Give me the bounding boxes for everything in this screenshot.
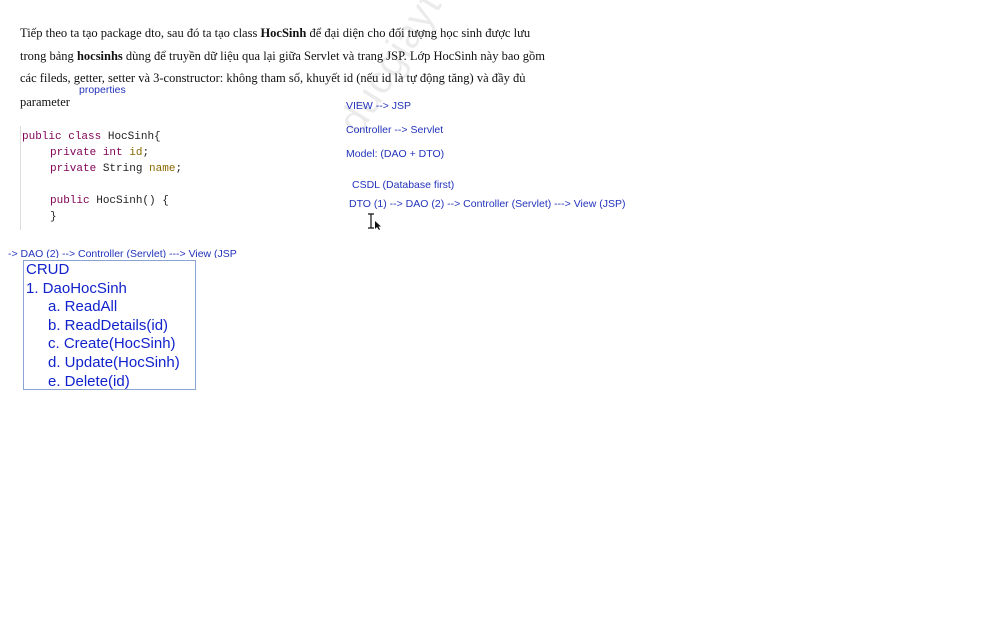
crud-item-readall: a. ReadAll (48, 298, 118, 315)
document-page: ducgiaytt@gmail.co Tiếp theo ta tạo pack… (0, 0, 984, 623)
field-id: id (129, 147, 143, 159)
kw-private: private (50, 147, 97, 159)
line1-suffix: để đại diện cho đối tượng học sinh được … (306, 26, 531, 40)
paragraph-line-4: parameter (20, 95, 70, 109)
crud-title: CRUD (26, 261, 70, 278)
model-note: Model: (DAO + DTO) (346, 148, 445, 160)
class-name: HocSinh{ (107, 131, 161, 143)
crud-textbox[interactable]: CRUD 1. DaoHocSinh a. ReadAll b. ReadDet… (23, 260, 196, 390)
crud-item-create: c. Create(HocSinh) (48, 335, 176, 352)
code-line-close: } (50, 211, 57, 223)
table-name-bold: hocsinhs (76, 49, 123, 63)
line1-prefix: Tiếp theo ta tạo package dto, sau đó ta … (20, 26, 261, 40)
kw-public: public (22, 131, 62, 143)
code-block: public class HocSinh{ private int id; pr… (20, 126, 246, 230)
csdl-note: CSDL (Database first) (352, 179, 455, 191)
class-name-bold: HocSinh (260, 26, 307, 40)
view-jsp-note: VIEW --> JSP (346, 100, 412, 112)
code-line-constructor: public HocSinh() { (50, 194, 169, 208)
crud-item-delete: e. Delete(id) (48, 373, 130, 390)
code-line-class-decl: public class HocSinh{ (22, 130, 161, 144)
semicolon-2: ; (175, 163, 183, 175)
semicolon-1: ; (142, 147, 150, 159)
code-line-field-name: private String name; (50, 162, 182, 176)
code-line-field-id: private int id; (50, 146, 149, 160)
paragraph-line-1: Tiếp theo ta tạo package dto, sau đó ta … (20, 25, 530, 41)
paragraph-line-2: trong bảng hocsinhs dùng để truyền dữ li… (20, 48, 545, 64)
properties-note: properties (79, 84, 126, 96)
flow-note: DTO (1) --> DAO (2) --> Controller (Serv… (349, 198, 626, 210)
type-string: String (102, 163, 143, 175)
crud-item-update: d. Update(HocSinh) (48, 354, 180, 371)
kw-public-2: public (50, 195, 90, 207)
controller-servlet-note: Controller --> Servlet (346, 124, 444, 136)
kw-private-2: private (50, 163, 97, 175)
crud-item-dao: 1. DaoHocSinh (26, 280, 127, 297)
kw-class: class (68, 131, 102, 143)
line2-suffix: dùng để truyền dữ liệu qua lại giữa Serv… (122, 49, 545, 63)
clipped-flow-text: -> DAO (2) --> Controller (Servlet) --->… (8, 248, 237, 258)
clipped-flow-line: -> DAO (2) --> Controller (Servlet) --->… (8, 246, 248, 258)
kw-int: int (102, 147, 123, 159)
crud-item-readdetails: b. ReadDetails(id) (48, 317, 169, 334)
field-name: name (149, 163, 176, 175)
constructor-sig: HocSinh() { (96, 195, 169, 207)
text-cursor-icon (368, 213, 381, 230)
line2-prefix: trong bảng (20, 49, 77, 63)
